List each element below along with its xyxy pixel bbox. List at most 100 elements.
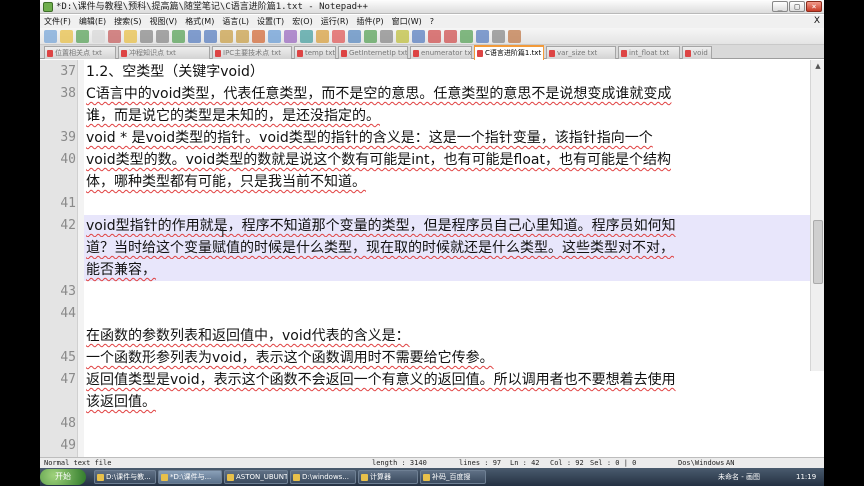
minimize-button[interactable]: _	[772, 1, 788, 12]
taskbar-task[interactable]: 计算器	[358, 470, 418, 484]
notepadpp-icon	[43, 2, 53, 12]
toolbar-button-icon[interactable]	[188, 30, 201, 43]
menu-item[interactable]: ?	[426, 15, 438, 28]
menu-item[interactable]: 语言(L)	[218, 15, 253, 28]
tab[interactable]: GetInternetIp txt	[338, 46, 408, 59]
editor-line[interactable]: 该返回值。	[40, 391, 810, 413]
toolbar-button-icon[interactable]	[92, 30, 105, 43]
tray-label[interactable]: 未命名 - 画图	[718, 468, 760, 486]
editor-line[interactable]: 41	[40, 193, 810, 215]
line-number: 40	[60, 152, 76, 167]
toolbar-button-icon[interactable]	[44, 30, 57, 43]
taskbar-task[interactable]: D:\windows...	[290, 470, 356, 484]
maximize-button[interactable]: □	[789, 1, 805, 12]
start-button[interactable]: 开始	[40, 469, 86, 485]
status-sel: Sel : 0 | 0	[590, 459, 637, 467]
tab[interactable]: 位置相关点 txt	[44, 46, 116, 59]
toolbar-button-icon[interactable]	[268, 30, 281, 43]
line-number: 44	[60, 306, 76, 321]
close-doc-icon[interactable]: X	[814, 15, 820, 28]
line-text: 该返回值。	[86, 394, 156, 410]
toolbar-button-icon[interactable]	[60, 30, 73, 43]
toolbar-button-icon[interactable]	[508, 30, 521, 43]
toolbar-button-icon[interactable]	[412, 30, 425, 43]
tab[interactable]: temp txt	[294, 46, 336, 59]
menu-item[interactable]: 插件(P)	[353, 15, 388, 28]
editor-line[interactable]: 39 void * 是void类型的指针。void类型的指针的含义是：这是一个指针…	[40, 127, 810, 149]
line-text: 谁，而是说它的类型是未知的，是还没指定的。	[86, 108, 380, 124]
menu-item[interactable]: 格式(M)	[181, 15, 218, 28]
right-letterbox	[824, 0, 864, 486]
menu-item[interactable]: 搜索(S)	[110, 15, 145, 28]
taskbar-task[interactable]: ASTON_UBUNT...	[224, 470, 288, 484]
editor-line[interactable]: 43	[40, 281, 810, 303]
toolbar-button-icon[interactable]	[428, 30, 441, 43]
tab[interactable]: 冲程知识点 txt	[118, 46, 210, 59]
scroll-thumb[interactable]	[813, 220, 823, 284]
toolbar-button-icon[interactable]	[476, 30, 489, 43]
toolbar-button-icon[interactable]	[444, 30, 457, 43]
toolbar-button-icon[interactable]	[284, 30, 297, 43]
toolbar-button-icon[interactable]	[300, 30, 313, 43]
editor-line[interactable]: 体，哪种类型都有可能，只是我当前不知道。	[40, 171, 810, 193]
status-file-type: Normal text file	[44, 459, 112, 467]
toolbar-button-icon[interactable]	[396, 30, 409, 43]
tab[interactable]: var_size txt	[546, 46, 616, 59]
toolbar-button-icon[interactable]	[76, 30, 89, 43]
toolbar-button-icon[interactable]	[252, 30, 265, 43]
toolbar-button-icon[interactable]	[332, 30, 345, 43]
line-number: 37	[60, 64, 76, 79]
toolbar-button-icon[interactable]	[460, 30, 473, 43]
line-text: 1.2、空类型（关键字void）	[86, 64, 264, 80]
line-text: 一个函数形参列表为void，表示这个函数调用时不需要给它传参。	[86, 350, 494, 366]
toolbar-button-icon[interactable]	[492, 30, 505, 43]
line-number: 41	[60, 196, 76, 211]
toolbar-button-icon[interactable]	[236, 30, 249, 43]
line-number: 42	[60, 218, 76, 233]
line-number: 38	[60, 86, 76, 101]
menu-item[interactable]: 编辑(E)	[75, 15, 110, 28]
toolbar-button-icon[interactable]	[204, 30, 217, 43]
menu-item[interactable]: 视图(V)	[145, 15, 181, 28]
editor-line[interactable]: 48	[40, 413, 810, 435]
editor-line[interactable]: 49	[40, 435, 810, 457]
editor-line[interactable]: 38 C语言中的void类型，代表任意类型，而不是空的意思。任意类型的意思不是说想…	[40, 83, 810, 105]
toolbar-button-icon[interactable]	[172, 30, 185, 43]
toolbar-button-icon[interactable]	[108, 30, 121, 43]
tab-active[interactable]: C语言进阶篇1.txt	[474, 45, 544, 60]
toolbar-button-icon[interactable]	[380, 30, 393, 43]
taskbar-task[interactable]: D:\课件与教...	[94, 470, 156, 484]
editor-line[interactable]: 44	[40, 303, 810, 325]
editor-line[interactable]: 谁，而是说它的类型是未知的，是还没指定的。	[40, 105, 810, 127]
close-button[interactable]: ×	[806, 1, 822, 12]
editor-line[interactable]: 道？当时给这个变量赋值的时候是什么类型，现在取的时候就还是什么类型。这些类型对不…	[40, 237, 810, 259]
toolbar-button-icon[interactable]	[140, 30, 153, 43]
toolbar-button-icon[interactable]	[156, 30, 169, 43]
tab[interactable]: IPC主要技术点 txt	[212, 46, 292, 59]
menu-item[interactable]: 设置(T)	[253, 15, 288, 28]
menu-item[interactable]: 文件(F)	[40, 15, 75, 28]
toolbar-button-icon[interactable]	[348, 30, 361, 43]
status-eol: Dos\Windows	[678, 459, 725, 467]
editor-line[interactable]: 37 1.2、空类型（关键字void）	[40, 61, 810, 83]
scroll-up-icon[interactable]: ▲	[813, 62, 823, 72]
menu-item[interactable]: 运行(R)	[317, 15, 353, 28]
tab[interactable]: void	[682, 46, 712, 59]
toolbar-button-icon[interactable]	[364, 30, 377, 43]
toolbar-button-icon[interactable]	[220, 30, 233, 43]
taskbar-task[interactable]: *D:\课件与...	[158, 470, 222, 484]
editor-line[interactable]: 能否兼容，	[40, 259, 810, 281]
menu-item[interactable]: 窗口(W)	[388, 15, 426, 28]
editor-line[interactable]: 47 返回值类型是void，表示这个函数不会返回一个有意义的返回值。所以调用者也不…	[40, 369, 810, 391]
editor-line[interactable]: 45 一个函数形参列表为void，表示这个函数调用时不需要给它传参。	[40, 347, 810, 369]
tab[interactable]: enumerator txt	[410, 46, 472, 59]
tab[interactable]: int_float txt	[618, 46, 680, 59]
editor-line[interactable]: 40 void类型的数。void类型的数就是说这个数有可能是int，也有可能是fl…	[40, 149, 810, 171]
editor-line[interactable]: 在函数的参数列表和返回值中，void代表的含义是：	[40, 325, 810, 347]
menu-item[interactable]: 宏(O)	[288, 15, 317, 28]
taskbar-task[interactable]: 补码_百度搜	[420, 470, 486, 484]
editor-area[interactable]: 37 1.2、空类型（关键字void） 38 C语言中的void类型，代表任意类型，而…	[40, 60, 824, 486]
editor-line[interactable]: 42 void型指针的作用就是，程序不知道那个变量的类型，但是程序员自己心里知道。…	[40, 215, 810, 237]
toolbar-button-icon[interactable]	[316, 30, 329, 43]
toolbar-button-icon[interactable]	[124, 30, 137, 43]
